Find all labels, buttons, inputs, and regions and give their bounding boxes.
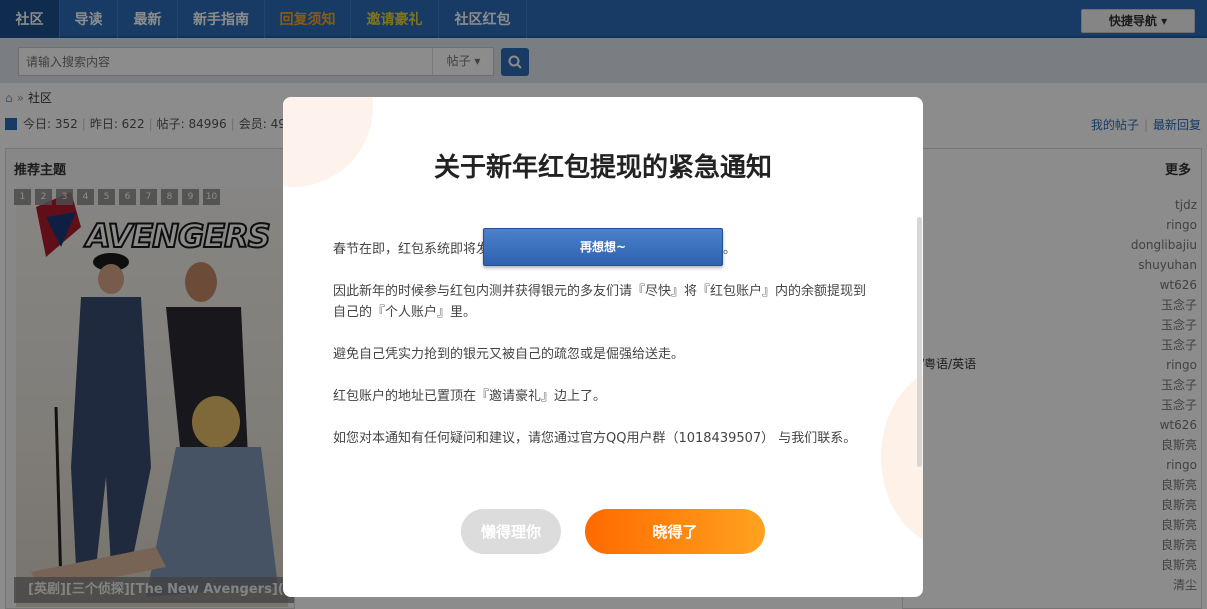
notice-paragraph: 如您对本通知有任何疑问和建议，请您通过官方QQ用户群（1018439507） 与… bbox=[333, 431, 857, 446]
acknowledge-button[interactable]: 晓得了 bbox=[585, 509, 765, 554]
modal-body: 春节在即，红包系统即将发 统数据。 因此新年的时候参与红包内测并获得银元的多友们… bbox=[333, 239, 873, 470]
ignore-button[interactable]: 懒得理你 bbox=[461, 509, 561, 554]
notice-paragraph: 红包账户的地址已置顶在『邀请豪礼』边上了。 bbox=[333, 389, 607, 404]
notice-paragraph: 因此新年的时候参与红包内测并获得银元的多友们请『尽快』将『红包账户』内的余额提现… bbox=[333, 284, 867, 320]
notice-paragraph: 避免自己凭实力抢到的银元又被自己的疏忽或是倔强给送走。 bbox=[333, 347, 685, 362]
notice-modal: 关于新年红包提现的紧急通知 春节在即，红包系统即将发 统数据。 因此新年的时候参… bbox=[283, 97, 923, 597]
modal-scrollbar[interactable] bbox=[917, 217, 922, 467]
reconsider-button[interactable]: 再想想~ bbox=[483, 228, 723, 266]
modal-title: 关于新年红包提现的紧急通知 bbox=[433, 153, 772, 183]
